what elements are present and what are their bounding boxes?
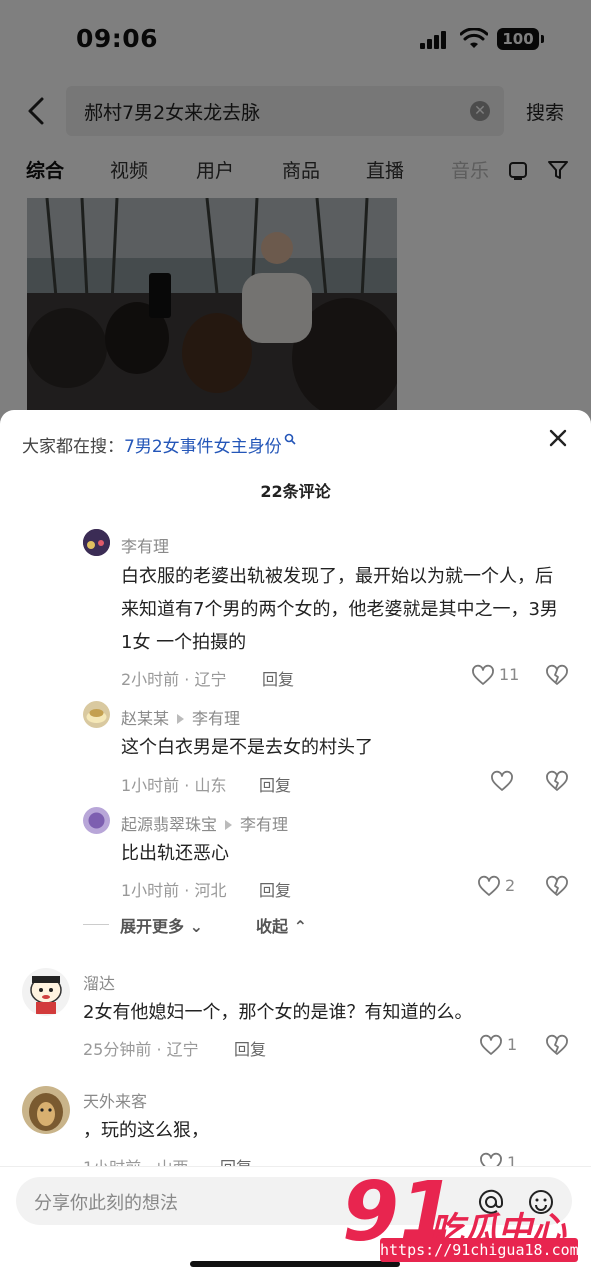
reply-button[interactable]: 回复 (234, 1036, 266, 1060)
expand-more-label[interactable]: 展开更多 (120, 917, 184, 936)
hot-search-term[interactable]: 7男2女事件女主身份 (124, 437, 282, 457)
avatar[interactable] (83, 807, 110, 834)
broken-heart-icon[interactable] (545, 1034, 569, 1058)
like-button[interactable]: 1 (479, 1034, 521, 1058)
heart-icon (480, 1034, 502, 1055)
comment-meta: 25分钟前 · 辽宁 (83, 1040, 199, 1059)
comment-meta: 2小时前 · 辽宁 (121, 670, 227, 689)
like-count: 11 (499, 665, 520, 684)
comment-meta: 1小时前 · 山东 (121, 776, 227, 795)
replies-controls: 展开更多 ⌄ 收起 ⌃ (0, 912, 591, 936)
comment-username-text[interactable]: 起源翡翠珠宝 (121, 815, 217, 834)
comment-text[interactable]: 这个白衣男是不是去女的村头了 (121, 731, 566, 764)
avatar[interactable] (83, 529, 110, 556)
like-button[interactable]: 2 (477, 875, 521, 899)
hot-search-label: 大家都在搜： (22, 437, 124, 457)
reply-button[interactable]: 回复 (262, 666, 294, 690)
avatar[interactable] (22, 968, 70, 1016)
broken-heart-icon[interactable] (545, 664, 569, 688)
expand-more-button[interactable]: 展开更多 ⌄ (120, 913, 203, 937)
collapse-label[interactable]: 收起 (256, 917, 288, 936)
collapse-button[interactable]: 收起 ⌃ (256, 913, 307, 937)
broken-heart-icon[interactable] (545, 770, 569, 794)
heart-icon (472, 664, 494, 685)
comment-username[interactable]: 溜达 (83, 970, 115, 994)
comment-count: 22条评论 (260, 482, 331, 501)
like-button[interactable] (490, 770, 520, 794)
comment-username[interactable]: 天外来客 (83, 1088, 147, 1112)
watermark-logo: 91 吃瓜中心 https://91chigua18.com (342, 1172, 582, 1267)
avatar[interactable] (22, 1086, 70, 1134)
comment-text[interactable]: 白衣服的老婆出轨被发现了，最开始以为就一个人，后来知道有7个男的两个女的，他老婆… (121, 560, 566, 659)
reply-arrow-icon (177, 714, 185, 724)
like-button[interactable]: 11 (471, 664, 521, 688)
reply-to-username[interactable]: 李有理 (192, 709, 240, 728)
comment-sheet: 大家都在搜：7男2女事件女主身份 22条评论 李有理 白衣服的老婆出轨被发现了，… (0, 410, 591, 1280)
like-count: 1 (507, 1035, 518, 1054)
avatar[interactable] (83, 701, 110, 728)
comment-meta: 1小时前 · 河北 (121, 881, 227, 900)
comment-username[interactable]: 李有理 (121, 533, 169, 557)
reply-arrow-icon (225, 820, 233, 830)
broken-heart-icon[interactable] (545, 875, 569, 899)
close-icon[interactable] (546, 426, 570, 450)
comment-username-text[interactable]: 赵某某 (121, 709, 169, 728)
hot-search-suggestion[interactable]: 大家都在搜：7男2女事件女主身份 (22, 432, 296, 457)
reply-button[interactable]: 回复 (259, 877, 291, 901)
divider (83, 924, 109, 925)
heart-icon (491, 770, 513, 791)
comment-username[interactable]: 赵某某 李有理 (121, 705, 240, 729)
watermark-url: https://91chigua18.com (380, 1238, 579, 1262)
reply-to-username[interactable]: 李有理 (240, 815, 288, 834)
heart-icon (478, 875, 500, 896)
comment-text[interactable]: 比出轨还恶心 (121, 837, 566, 870)
search-icon (284, 433, 296, 445)
comment-text[interactable]: ，玩的这么狠， (83, 1114, 573, 1147)
comment-text[interactable]: 2女有他媳妇一个，那个女的是谁？有知道的么。 (83, 996, 573, 1029)
like-count: 2 (505, 876, 516, 895)
comment-input-placeholder[interactable]: 分享你此刻的想法 (34, 1189, 178, 1215)
reply-button[interactable]: 回复 (259, 772, 291, 796)
comment-username[interactable]: 起源翡翠珠宝 李有理 (121, 811, 288, 835)
